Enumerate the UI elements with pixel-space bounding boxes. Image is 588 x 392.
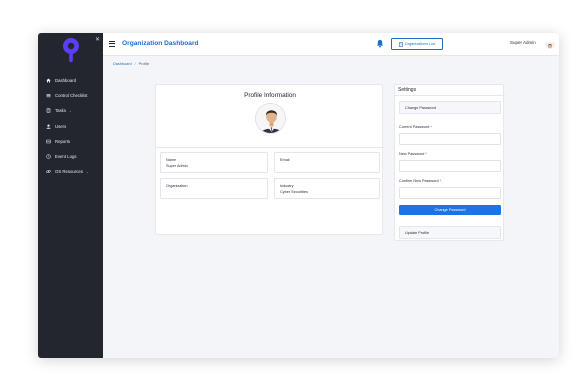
sidebar: ✕ Dashboard Control Checklist Tasks ⌄ Us… xyxy=(38,33,103,358)
chevron-down-icon: ⌄ xyxy=(85,169,89,174)
close-sidebar-icon[interactable]: ✕ xyxy=(95,36,100,43)
current-password-label: Current Password * xyxy=(399,125,432,129)
field-value: Cyber Securities xyxy=(280,190,308,194)
user-name: Super Admin xyxy=(510,40,536,45)
user-icon xyxy=(46,124,51,129)
sidebar-nav: Dashboard Control Checklist Tasks ⌄ User… xyxy=(38,73,103,179)
avatar[interactable] xyxy=(545,39,555,49)
menu-icon[interactable] xyxy=(109,41,115,47)
profile-title: Profile Information xyxy=(244,92,296,99)
field-value: Super Admin xyxy=(166,164,188,168)
label-text: Current Password xyxy=(399,125,430,129)
label-text: Confirm New Password xyxy=(399,179,439,183)
settings-card: Settings Change Password Current Passwor… xyxy=(394,84,505,241)
required-mark: * xyxy=(425,152,427,156)
sidebar-item-label: Dashboard xyxy=(55,78,77,84)
required-mark: * xyxy=(430,125,432,129)
sidebar-item-label: Users xyxy=(55,123,67,129)
field-label: Industry xyxy=(280,184,294,188)
sidebar-item-label: OS Resources xyxy=(55,169,83,175)
breadcrumb-current: Profile xyxy=(138,62,150,66)
field-label: Name xyxy=(166,158,177,162)
organizations-list-button[interactable]: Organizations List xyxy=(391,38,443,50)
sidebar-item-label: Event Logs xyxy=(55,154,77,160)
change-password-header[interactable]: Change Password xyxy=(399,101,501,114)
app-logo xyxy=(63,38,79,62)
clock-icon xyxy=(46,154,51,159)
confirm-password-label: Confirm New Password * xyxy=(399,179,441,183)
new-password-input[interactable] xyxy=(399,160,501,172)
sidebar-item-os-resources[interactable]: OS Resources ⌄ xyxy=(38,164,103,179)
reports-icon xyxy=(46,139,51,144)
sidebar-item-label: Reports xyxy=(55,138,71,144)
checklist-icon xyxy=(46,94,51,98)
organizations-list-label: Organizations List xyxy=(404,42,436,46)
app-window: ✕ Dashboard Control Checklist Tasks ⌄ Us… xyxy=(38,33,559,358)
sidebar-item-label: Control Checklist xyxy=(55,93,88,99)
field-label: Organization xyxy=(166,184,188,188)
profile-photo xyxy=(255,103,286,134)
breadcrumb-dashboard-link[interactable]: Dashboard xyxy=(113,62,132,66)
current-password-input[interactable] xyxy=(399,133,501,145)
divider xyxy=(395,95,505,96)
sidebar-item-event-logs[interactable]: Event Logs xyxy=(38,149,103,164)
profile-field-industry: Industry Cyber Securities xyxy=(274,178,380,199)
profile-card: Profile Information Name Super Admin Ema… xyxy=(155,84,384,235)
sidebar-item-dashboard[interactable]: Dashboard xyxy=(38,73,103,88)
profile-field-name: Name Super Admin xyxy=(160,152,268,173)
breadcrumb-separator: / xyxy=(134,62,136,66)
update-profile-header[interactable]: Update Profile xyxy=(399,226,501,239)
top-bar: Organization Dashboard Organizations Lis… xyxy=(103,33,559,56)
profile-header: Profile Information xyxy=(156,85,384,148)
profile-field-email: Email xyxy=(274,152,380,173)
sidebar-item-control-checklist[interactable]: Control Checklist xyxy=(38,88,103,103)
bell-icon[interactable] xyxy=(376,39,384,48)
field-label: Email xyxy=(280,158,290,162)
label-text: New Password xyxy=(399,152,425,156)
settings-title: Settings xyxy=(398,87,417,93)
tasks-icon xyxy=(46,108,51,114)
chevron-down-icon: ⌄ xyxy=(68,108,72,113)
page-title: Organization Dashboard xyxy=(122,40,199,47)
required-mark: * xyxy=(439,179,442,183)
new-password-label: New Password * xyxy=(399,152,427,156)
link-icon xyxy=(46,170,51,174)
sidebar-item-users[interactable]: Users xyxy=(38,119,103,134)
sidebar-item-label: Tasks xyxy=(55,108,66,114)
profile-field-organization: Organization xyxy=(160,178,268,199)
sidebar-item-reports[interactable]: Reports xyxy=(38,134,103,149)
breadcrumb: Dashboard / Profile xyxy=(113,62,149,66)
sidebar-item-tasks[interactable]: Tasks ⌄ xyxy=(38,103,103,118)
home-icon xyxy=(46,78,51,83)
building-icon xyxy=(398,41,403,47)
confirm-password-input[interactable] xyxy=(399,187,501,199)
change-password-button[interactable]: Change Password xyxy=(399,205,501,215)
